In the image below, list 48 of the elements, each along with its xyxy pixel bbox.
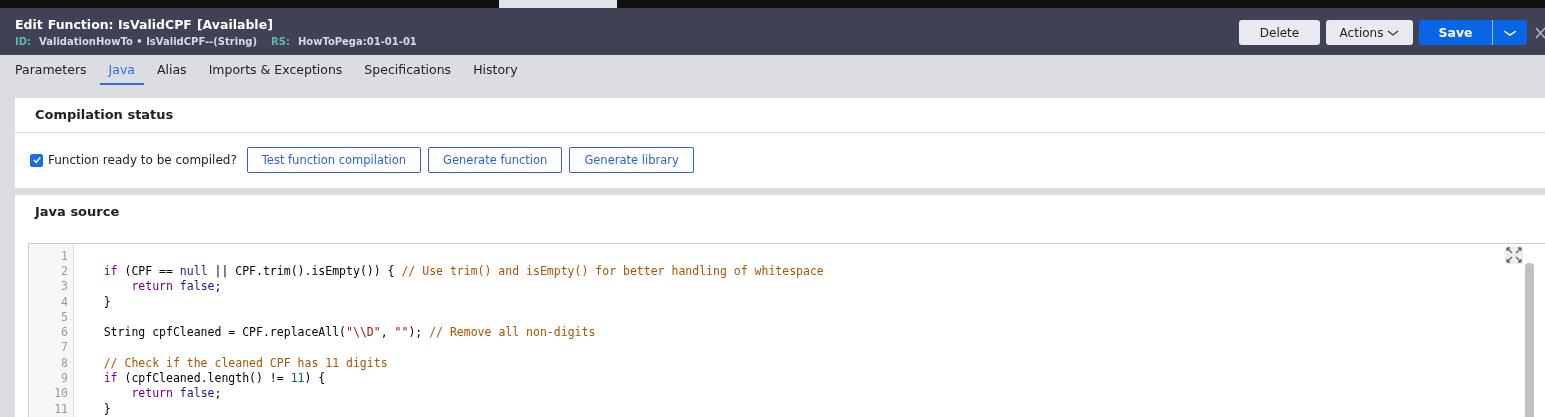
id-label: ID: (15, 35, 32, 47)
line-number: 5 (60, 309, 69, 324)
code-line: } (102, 401, 111, 416)
compile-button[interactable]: Test function compilation (246, 147, 422, 173)
save-button[interactable]: Save (1419, 20, 1492, 45)
line-number: 7 (60, 340, 69, 355)
code-line: if (cpfCleaned.length() != 11) { (102, 371, 326, 385)
line-number: 3 (60, 279, 69, 294)
tab[interactable]: History (464, 55, 527, 85)
caret-icon (1503, 28, 1517, 37)
code-line: String cpfCleaned = CPF.replaceAll("\\D", ""); // Remove all non-digits (102, 325, 596, 340)
code-line: return false; (130, 386, 222, 401)
caret-icon (1387, 28, 1400, 37)
code-line: return false; (130, 279, 222, 294)
compile-button[interactable]: Generate function (428, 147, 563, 173)
delete-button[interactable]: Delete (1239, 20, 1320, 45)
close-icon[interactable] (1535, 26, 1545, 39)
function-title: Function: IsValidCPF (47, 16, 192, 32)
compile-button[interactable]: Generate library (569, 147, 694, 173)
line-number: 11 (53, 401, 69, 416)
tab[interactable]: Imports & Exceptions (199, 55, 352, 85)
id-value: ValidationHowTo • IsValidCPF--(String) (39, 35, 257, 47)
code-line: } (102, 294, 111, 309)
code-line: if (CPF == null || CPF.trim().isEmpty()) { // Use trim() and isEmpty() for better handling of whitespace (102, 263, 824, 278)
rs-label: RS: (271, 35, 290, 47)
fullscreen-icon[interactable] (1505, 246, 1523, 264)
tab[interactable]: Alias (147, 55, 196, 85)
checkbox[interactable] (30, 153, 43, 167)
line-number: 2 (60, 263, 69, 278)
line-number: 8 (60, 355, 69, 370)
code-line: // Check if the cleaned CPF has 11 digits (102, 355, 388, 370)
tab[interactable]: Specifications (355, 55, 461, 85)
line-number: 4 (60, 294, 69, 309)
rs-value: HowToPega:01-01-01 (297, 35, 417, 47)
line-number: 6 (60, 325, 69, 340)
edit-label: Edit (15, 16, 43, 32)
section-title: Compilation status (15, 98, 1545, 133)
line-number: 1 (60, 248, 69, 263)
scrollbar[interactable] (1525, 263, 1534, 417)
save-menu-button[interactable] (1492, 20, 1527, 45)
section-title: Java source (33, 203, 121, 221)
line-number: 9 (60, 371, 69, 385)
tab[interactable]: Parameters (6, 55, 96, 85)
actions-button[interactable]: Actions (1326, 20, 1413, 45)
checkbox-label: Function ready to be compiled? (48, 153, 237, 167)
line-number: 10 (53, 386, 69, 401)
tab[interactable]: Java (99, 55, 144, 85)
status-label: [Available] (196, 16, 273, 32)
